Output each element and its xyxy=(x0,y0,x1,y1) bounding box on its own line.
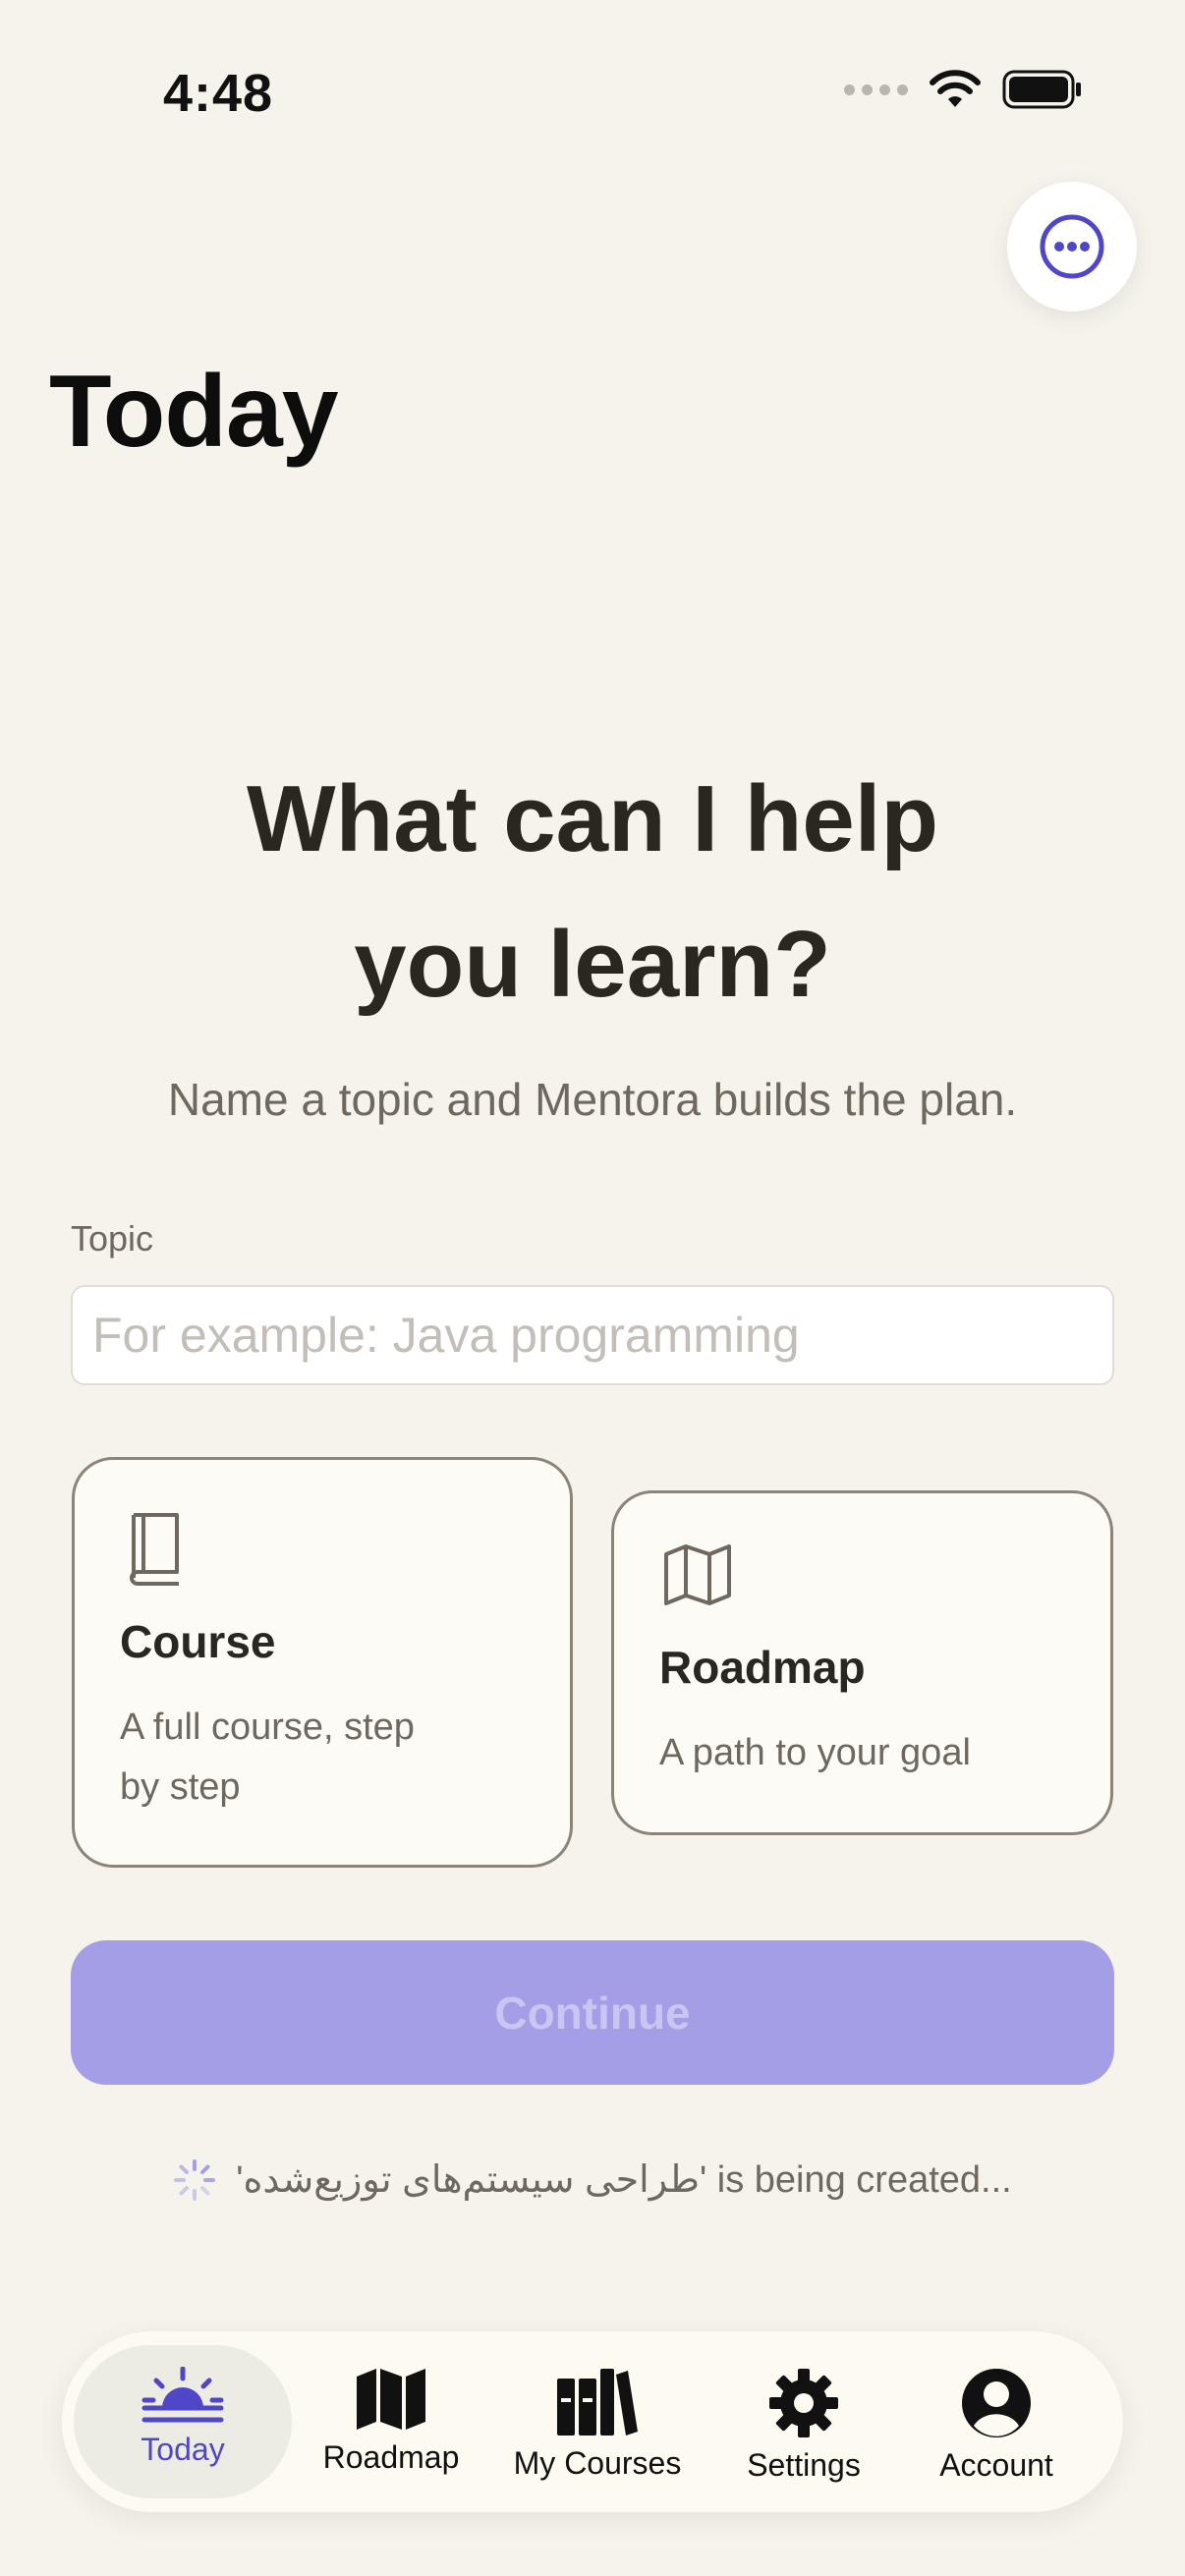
cellular-signal-icon xyxy=(844,84,908,95)
creation-status: 'طراحی سیستم‌های توزیع‌شده' is being cre… xyxy=(0,2157,1185,2202)
tab-my-courses[interactable]: My Courses xyxy=(489,2345,705,2498)
course-description-line2: by step xyxy=(120,1766,241,1808)
sunrise-icon xyxy=(141,2367,224,2423)
page-title: Today xyxy=(49,355,339,469)
spinner-icon xyxy=(174,2158,216,2201)
tab-roadmap-label: Roadmap xyxy=(322,2439,460,2475)
book-icon xyxy=(130,1513,179,1586)
topic-input[interactable] xyxy=(71,1285,1114,1385)
tab-account-label: Account xyxy=(939,2447,1053,2483)
roadmap-title: Roadmap xyxy=(659,1642,866,1693)
hero-heading-line1: What can I help xyxy=(246,766,939,871)
roadmap-option-card[interactable]: Roadmap A path to your goal xyxy=(611,1490,1113,1835)
more-options-button[interactable] xyxy=(1007,182,1137,311)
today-screen: 4:48 Today What can I help you learn? Na… xyxy=(0,0,1185,2576)
roadmap-description: A path to your goal xyxy=(659,1732,971,1773)
hero-subtitle: Name a topic and Mentora builds the plan… xyxy=(167,1074,1018,1125)
tab-today-label: Today xyxy=(141,2432,225,2467)
wifi-icon xyxy=(930,70,981,107)
tab-today[interactable]: Today xyxy=(74,2345,292,2498)
tab-bar: Today Roadmap My Courses Settings Accoun… xyxy=(62,2331,1123,2512)
tab-settings[interactable]: Settings xyxy=(720,2345,887,2498)
creation-status-text: 'طراحی سیستم‌های توزیع‌شده' is being cre… xyxy=(236,2159,1012,2201)
person-circle-icon xyxy=(962,2369,1031,2437)
hero-heading: What can I help you learn? xyxy=(0,747,1185,1037)
status-icons xyxy=(844,69,1083,110)
tab-settings-label: Settings xyxy=(747,2447,861,2483)
map-fill-icon xyxy=(357,2369,425,2430)
tab-account[interactable]: Account xyxy=(905,2345,1088,2498)
map-icon xyxy=(664,1544,731,1605)
books-icon xyxy=(557,2369,638,2436)
course-option-card[interactable]: Course A full course, step by step xyxy=(72,1457,573,1868)
ellipsis-circle-icon xyxy=(1040,214,1104,279)
status-time: 4:48 xyxy=(163,64,274,123)
battery-icon xyxy=(1002,70,1081,109)
tab-my-courses-label: My Courses xyxy=(513,2445,682,2481)
continue-button[interactable]: Continue xyxy=(71,1940,1114,2085)
gear-icon xyxy=(769,2369,838,2437)
course-description: A full course, step by step xyxy=(120,1698,415,1818)
tab-roadmap[interactable]: Roadmap xyxy=(308,2345,475,2498)
course-title: Course xyxy=(120,1616,276,1667)
hero-heading-line2: you learn? xyxy=(354,912,831,1017)
course-description-line1: A full course, step xyxy=(120,1707,415,1748)
topic-label: Topic xyxy=(71,1218,154,1259)
